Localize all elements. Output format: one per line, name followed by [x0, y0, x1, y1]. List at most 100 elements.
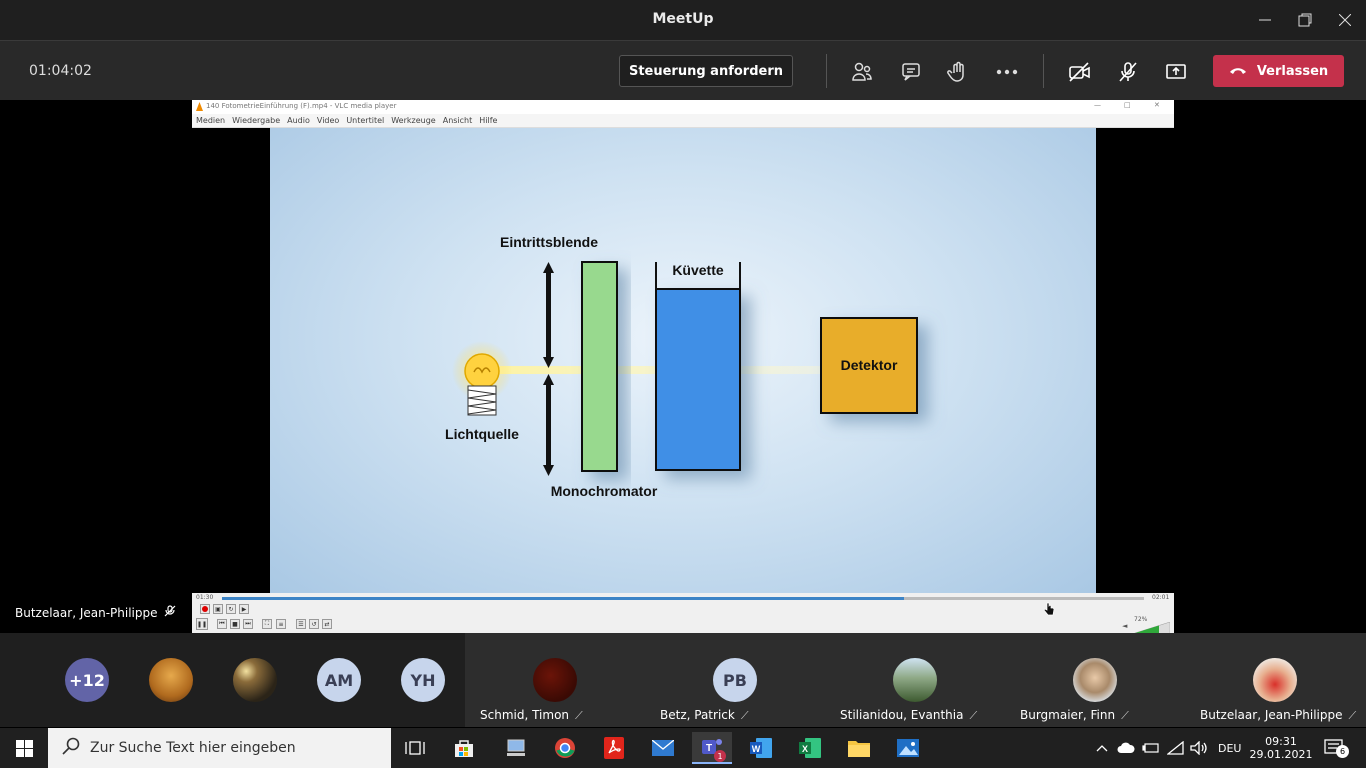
vlc-menu-video[interactable]: Video	[317, 116, 339, 125]
vlc-maximize-icon[interactable]: □	[1124, 101, 1131, 109]
participant-tile[interactable]: PB Betz, Patrick ⟋	[645, 633, 825, 727]
vlc-title-bar: 140 FotometrieEinführung (F).mp4 - VLC m…	[192, 100, 1174, 114]
participant-name: Schmid, Timon ⟋	[480, 708, 583, 722]
chat-icon[interactable]	[898, 59, 924, 85]
title-bar: MeetUp	[0, 0, 1366, 40]
wifi-icon[interactable]	[1167, 728, 1185, 768]
participant-avatar-pb: PB	[713, 658, 757, 702]
share-screen-icon[interactable]	[1163, 59, 1189, 85]
participants-icon[interactable]	[849, 59, 875, 85]
playlist-icon[interactable]: ☰	[296, 619, 306, 629]
vlc-menu-untertitel[interactable]: Untertitel	[346, 116, 384, 125]
record-icon[interactable]	[200, 604, 210, 614]
pause-icon[interactable]: ❚❚	[196, 618, 208, 630]
leave-label: Verlassen	[1256, 63, 1329, 79]
clock-date: 29.01.2021	[1249, 748, 1313, 761]
onedrive-icon[interactable]	[1117, 728, 1135, 768]
vlc-cone-icon	[195, 102, 204, 114]
network-drive-icon[interactable]	[496, 732, 536, 764]
loop-icon[interactable]: ↺	[309, 619, 319, 629]
shared-screen-vlc-window: 140 FotometrieEinführung (F).mp4 - VLC m…	[192, 100, 1174, 635]
participant-avatar-yh[interactable]: YH	[401, 658, 445, 702]
fullscreen-icon[interactable]: ⛶	[262, 619, 272, 629]
windows-taskbar: Zur Suche Text hier eingeben T 1 W X DEU…	[0, 728, 1366, 768]
loop-ab-icon[interactable]: ↻	[226, 604, 236, 614]
clock-time: 09:31	[1265, 735, 1297, 748]
chrome-icon[interactable]	[545, 732, 585, 764]
vlc-minimize-icon[interactable]: —	[1094, 101, 1101, 109]
acrobat-icon[interactable]	[594, 732, 634, 764]
stop-icon[interactable]: ■	[230, 619, 240, 629]
video-frame: Lichtquelle Eintrittsblende Monochromato…	[270, 128, 1096, 593]
participant-tile[interactable]: Schmid, Timon ⟋	[465, 633, 645, 727]
teams-badge: 1	[714, 750, 726, 762]
participant-tile[interactable]: Butzelaar, Jean-Philippe ⟋	[1185, 633, 1366, 727]
task-view-icon[interactable]	[395, 732, 435, 764]
toolbar-divider	[1043, 54, 1044, 88]
cuvette	[655, 262, 741, 471]
hand-cursor-icon	[1043, 601, 1055, 620]
battery-icon[interactable]	[1142, 728, 1160, 768]
microsoft-store-icon[interactable]	[444, 732, 484, 764]
frame-step-icon[interactable]: ▶	[239, 604, 249, 614]
participant-avatar-am[interactable]: AM	[317, 658, 361, 702]
raise-hand-icon[interactable]	[945, 59, 971, 85]
participant-name: Betz, Patrick ⟋	[660, 708, 749, 722]
snapshot-icon[interactable]: ▣	[213, 604, 223, 614]
leave-button[interactable]: Verlassen	[1213, 55, 1344, 87]
light-bulb-icon	[452, 341, 512, 416]
volume-icon[interactable]	[1190, 728, 1208, 768]
participant-avatar-photo[interactable]	[149, 658, 193, 702]
excel-icon[interactable]: X	[790, 732, 830, 764]
participant-avatar-photo	[1073, 658, 1117, 702]
notifications-icon[interactable]: 6	[1324, 728, 1349, 768]
participant-tile[interactable]: Burgmaier, Finn ⟋	[1005, 633, 1185, 727]
presenter-label: Butzelaar, Jean-Philippe	[15, 605, 176, 620]
microphone-off-icon[interactable]	[1115, 59, 1141, 85]
label-cuvette: Küvette	[672, 262, 724, 278]
participants-strip: +12 AM YH Schmid, Timon ⟋ PB Betz, Patric…	[0, 633, 1366, 727]
vlc-menu-bar: Medien Wiedergabe Audio Video Untertitel…	[192, 114, 1174, 128]
camera-off-icon[interactable]	[1067, 59, 1093, 85]
vlc-close-icon[interactable]: ✕	[1154, 101, 1160, 109]
microphone-off-icon	[164, 605, 176, 620]
volume-slider[interactable]: 72%	[1131, 616, 1171, 635]
photos-icon[interactable]	[888, 732, 928, 764]
windows-start-icon[interactable]	[4, 732, 44, 764]
label-detector: Detektor	[841, 357, 898, 373]
speaker-icon[interactable]: ◄	[1122, 622, 1127, 630]
request-control-button[interactable]: Steuerung anfordern	[619, 55, 793, 87]
participant-name: Stilianidou, Evanthia ⟋	[840, 708, 978, 722]
svg-text:T: T	[706, 743, 712, 754]
more-options-icon[interactable]	[994, 59, 1020, 85]
mail-icon[interactable]	[643, 732, 683, 764]
word-icon[interactable]: W	[741, 732, 781, 764]
input-language[interactable]: DEU	[1218, 728, 1241, 768]
vlc-menu-wiedergabe[interactable]: Wiedergabe	[232, 116, 280, 125]
participant-avatar-photo	[533, 658, 577, 702]
volume-value: 72%	[1134, 616, 1148, 623]
file-explorer-icon[interactable]	[839, 732, 879, 764]
vlc-menu-werkzeuge[interactable]: Werkzeuge	[391, 116, 435, 125]
participant-avatar-photo	[893, 658, 937, 702]
more-participants-button[interactable]: +12	[65, 658, 109, 702]
next-icon[interactable]: ⏭	[243, 619, 253, 629]
label-light-source: Lichtquelle	[445, 426, 519, 442]
previous-icon[interactable]: ⏮	[217, 619, 227, 629]
microphone-off-icon: ⟋	[740, 709, 749, 722]
participant-tile[interactable]: Stilianidou, Evanthia ⟋	[825, 633, 1005, 727]
participant-avatar-photo[interactable]	[233, 658, 277, 702]
close-icon[interactable]	[1322, 0, 1366, 40]
vlc-menu-audio[interactable]: Audio	[287, 116, 310, 125]
participant-name: Burgmaier, Finn ⟋	[1020, 708, 1129, 722]
taskbar-search[interactable]: Zur Suche Text hier eingeben	[48, 728, 391, 768]
teams-icon[interactable]: T 1	[692, 732, 732, 764]
vlc-menu-hilfe[interactable]: Hilfe	[479, 116, 497, 125]
vlc-menu-medien[interactable]: Medien	[196, 116, 225, 125]
vlc-seek-bar[interactable]	[222, 597, 1144, 600]
shuffle-icon[interactable]: ⇄	[322, 619, 332, 629]
vlc-menu-ansicht[interactable]: Ansicht	[443, 116, 473, 125]
show-hidden-icons[interactable]	[1096, 728, 1108, 768]
extended-settings-icon[interactable]: ≡	[276, 619, 286, 629]
clock[interactable]: 09:31 29.01.2021	[1249, 728, 1313, 768]
